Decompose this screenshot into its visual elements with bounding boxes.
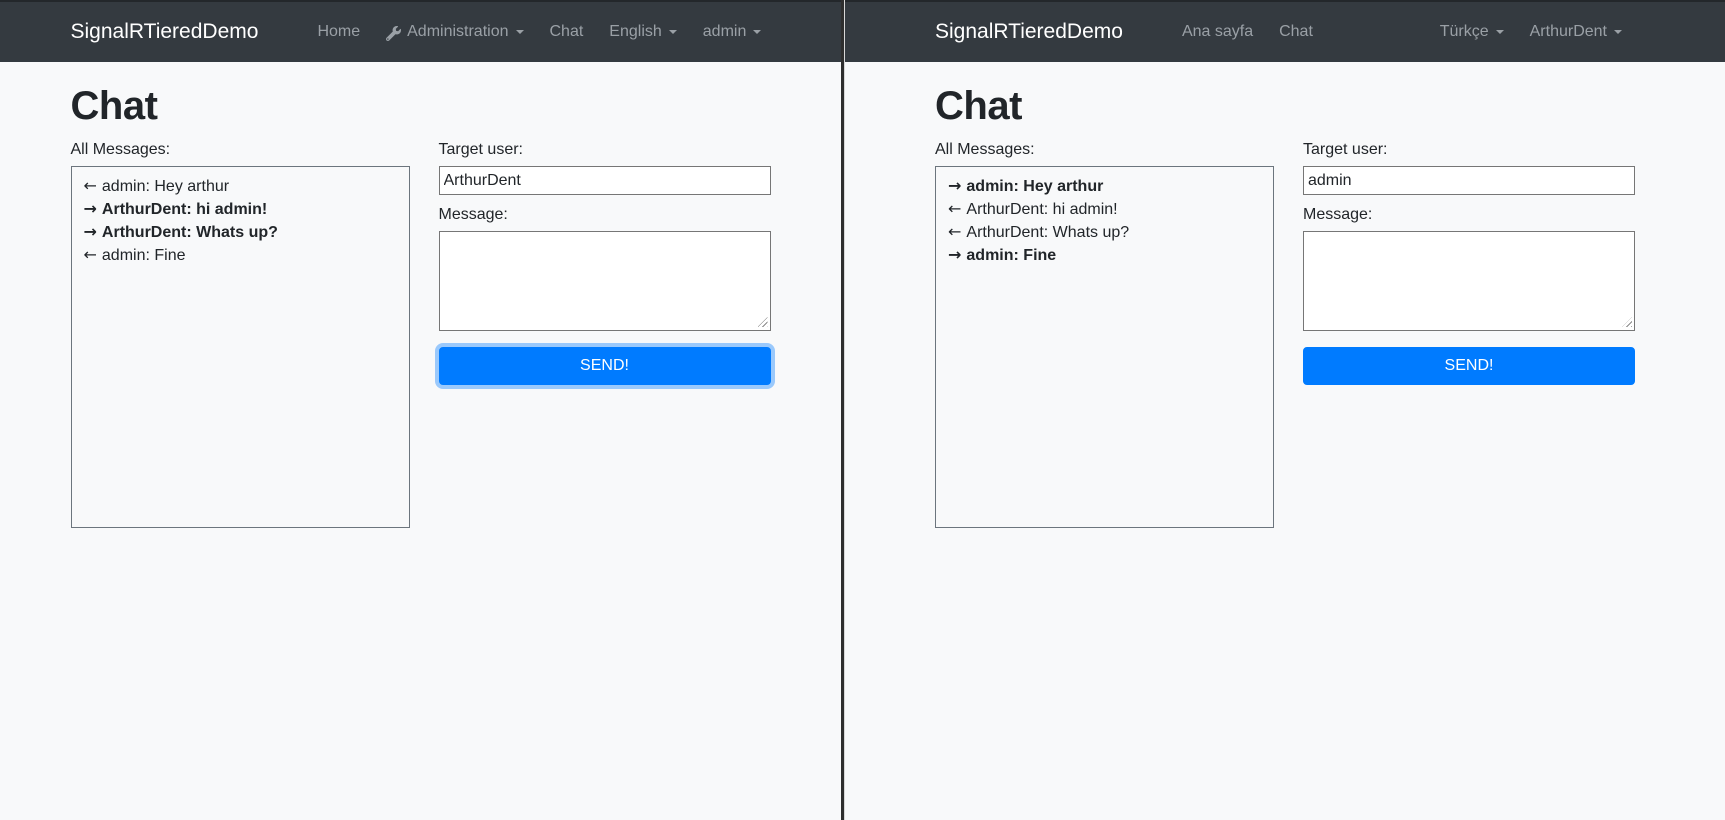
message-text: admin: Fine (966, 247, 1056, 264)
nav-item-home[interactable]: Home (304, 23, 373, 41)
page-title: Chat (935, 84, 1635, 129)
chevron-down-icon (516, 30, 524, 38)
arrow-left-icon: ← (84, 176, 97, 195)
language-dropdown[interactable]: English (596, 23, 689, 41)
nav-item-home[interactable]: Ana sayfa (1169, 23, 1266, 41)
message-textarea[interactable] (439, 231, 771, 331)
message-text: ArthurDent: Whats up? (966, 224, 1129, 241)
message-row: ← admin: Fine (84, 244, 397, 267)
wrench-icon (386, 26, 401, 41)
message-label: Message: (1303, 206, 1635, 224)
message-row: ← ArthurDent: Whats up? (948, 221, 1261, 244)
target-user-label: Target user: (1303, 141, 1635, 159)
arrow-left-icon: ← (948, 222, 961, 241)
chevron-down-icon (1496, 30, 1504, 38)
message-textarea[interactable] (1303, 231, 1635, 331)
arrow-right-icon: → (948, 245, 961, 264)
all-messages-label: All Messages: (935, 141, 1274, 159)
right-window: SignalRTieredDemo Ana sayfa Chat Türkçe … (845, 0, 1725, 820)
arrow-left-icon: ← (948, 199, 961, 218)
chevron-down-icon (669, 30, 677, 38)
message-row: → ArthurDent: hi admin! (84, 198, 397, 221)
message-text: admin: Hey arthur (102, 178, 229, 195)
nav-item-administration[interactable]: Administration (373, 23, 536, 41)
target-user-input[interactable] (439, 166, 771, 195)
chevron-down-icon (1614, 30, 1622, 38)
message-row: → ArthurDent: Whats up? (84, 221, 397, 244)
send-button[interactable]: SEND! (1303, 347, 1635, 385)
message-text: admin: Fine (102, 247, 186, 264)
nav-right-group: Türkçe ArthurDent (1427, 23, 1635, 41)
all-messages-label: All Messages: (71, 141, 410, 159)
navbar: SignalRTieredDemo Home Administration Ch… (0, 0, 841, 62)
arrow-left-icon: ← (84, 245, 97, 264)
messages-box: ← admin: Hey arthur → ArthurDent: hi admin… (71, 166, 410, 528)
user-dropdown[interactable]: admin (690, 23, 775, 41)
message-text: ArthurDent: hi admin! (966, 201, 1117, 218)
message-row: ← admin: Hey arthur (84, 175, 397, 198)
arrow-right-icon: → (948, 176, 961, 195)
nav-links: Home Administration Chat (304, 23, 596, 41)
navbar-brand[interactable]: SignalRTieredDemo (935, 20, 1123, 44)
send-button[interactable]: SEND! (439, 347, 771, 385)
message-row: → admin: Hey arthur (948, 175, 1261, 198)
navbar: SignalRTieredDemo Ana sayfa Chat Türkçe … (845, 0, 1725, 62)
chevron-down-icon (753, 30, 761, 38)
target-user-label: Target user: (439, 141, 771, 159)
arrow-right-icon: → (84, 199, 97, 218)
left-window: SignalRTieredDemo Home Administration Ch… (0, 0, 841, 820)
navbar-brand[interactable]: SignalRTieredDemo (71, 20, 259, 44)
message-text: ArthurDent: Whats up? (102, 224, 278, 241)
nav-item-chat[interactable]: Chat (537, 23, 597, 41)
user-dropdown[interactable]: ArthurDent (1517, 23, 1635, 41)
page-title: Chat (71, 84, 771, 129)
nav-right-group: English admin (596, 23, 774, 41)
target-user-input[interactable] (1303, 166, 1635, 195)
messages-box: → admin: Hey arthur ← ArthurDent: hi admin… (935, 166, 1274, 528)
message-row: → admin: Fine (948, 244, 1261, 267)
message-text: ArthurDent: hi admin! (102, 201, 267, 218)
arrow-right-icon: → (84, 222, 97, 241)
language-dropdown[interactable]: Türkçe (1427, 23, 1517, 41)
message-text: admin: Hey arthur (966, 178, 1103, 195)
message-row: ← ArthurDent: hi admin! (948, 198, 1261, 221)
nav-links: Ana sayfa Chat (1169, 23, 1326, 41)
nav-item-chat[interactable]: Chat (1266, 23, 1326, 41)
message-label: Message: (439, 206, 771, 224)
